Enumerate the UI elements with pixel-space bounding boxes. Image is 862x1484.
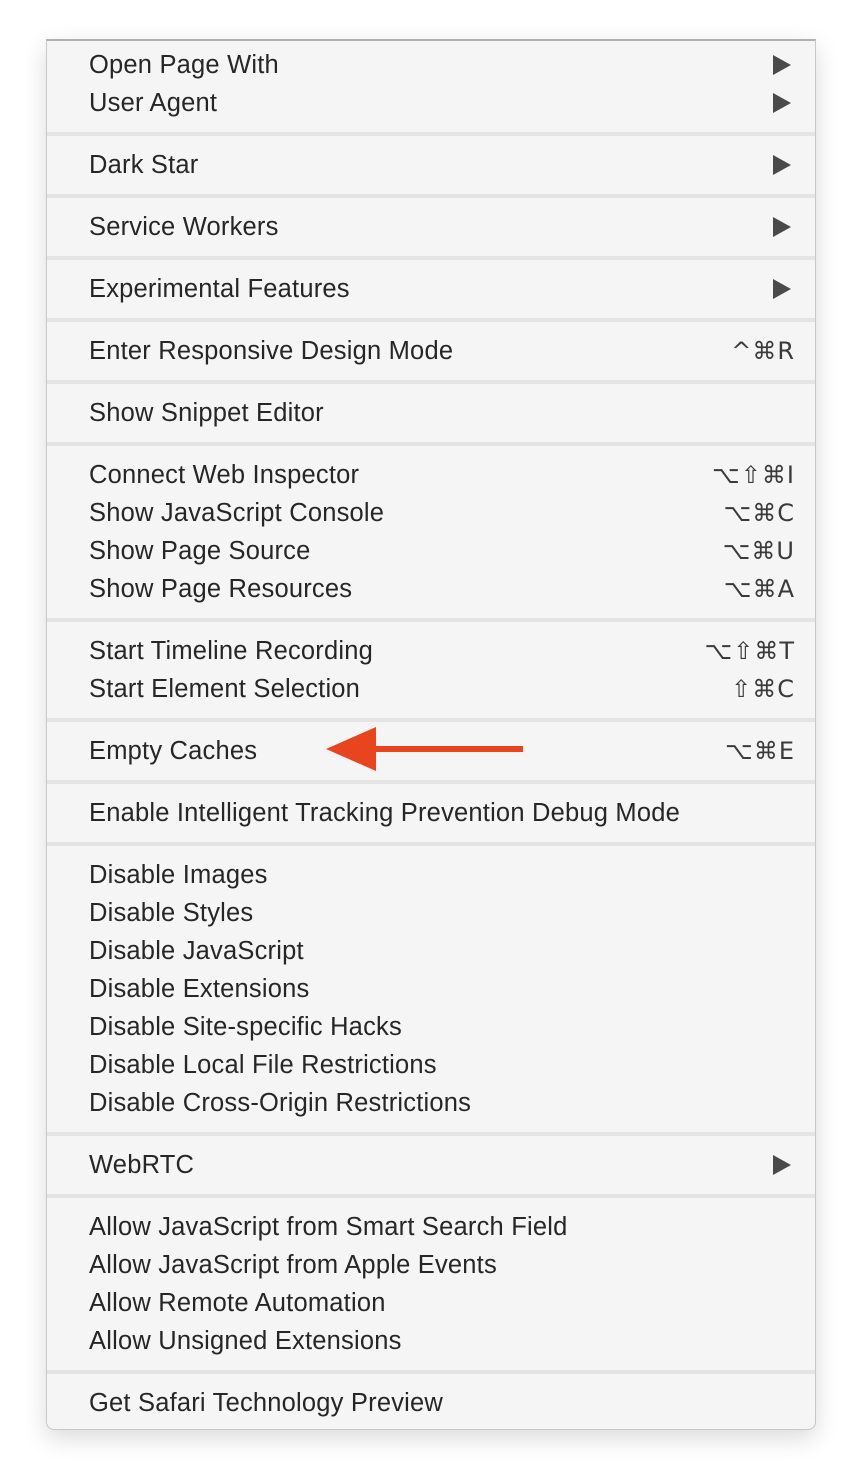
menu-separator bbox=[47, 432, 815, 456]
menu-item-allow-unsigned-extensions[interactable]: Allow Unsigned Extensions bbox=[47, 1322, 815, 1360]
shortcut-label: ⌥⇧⌘T bbox=[704, 637, 795, 665]
menu-item-disable-cross-origin-restrictions[interactable]: Disable Cross-Origin Restrictions bbox=[47, 1084, 815, 1122]
menu-item-show-snippet-editor[interactable]: Show Snippet Editor bbox=[47, 394, 815, 432]
menu-separator bbox=[47, 832, 815, 856]
menu-item-service-workers[interactable]: Service Workers bbox=[47, 208, 815, 246]
shortcut-label: ⇧⌘C bbox=[731, 675, 795, 703]
menu-item-label: Show Page Source bbox=[89, 536, 311, 565]
menu-item-allow-javascript-from-apple-events[interactable]: Allow JavaScript from Apple Events bbox=[47, 1246, 815, 1284]
shortcut-label: ⌥⇧⌘I bbox=[712, 461, 795, 489]
menu-separator bbox=[47, 370, 815, 394]
menu-item-label: Service Workers bbox=[89, 212, 279, 241]
menu-item-label: Enter Responsive Design Mode bbox=[89, 336, 454, 365]
menu-item-label: Start Timeline Recording bbox=[89, 636, 374, 665]
menu-item-show-page-resources[interactable]: Show Page Resources ⌥⌘A bbox=[47, 570, 815, 608]
menu-item-label: Allow Remote Automation bbox=[89, 1288, 386, 1317]
menu-item-label: Show Page Resources bbox=[89, 574, 353, 603]
red-arrow-icon bbox=[326, 727, 523, 771]
menu-item-label: Open Page With bbox=[89, 50, 279, 79]
shortcut-label: ^⌘R bbox=[731, 337, 795, 365]
menu-separator bbox=[47, 308, 815, 332]
menu-separator bbox=[47, 184, 815, 208]
menu-item-disable-images[interactable]: Disable Images bbox=[47, 856, 815, 894]
menu-item-disable-site-specific-hacks[interactable]: Disable Site-specific Hacks bbox=[47, 1008, 815, 1046]
menu-item-label: Connect Web Inspector bbox=[89, 460, 360, 489]
menu-item-dark-star[interactable]: Dark Star bbox=[47, 146, 815, 184]
menu-item-label: Allow Unsigned Extensions bbox=[89, 1326, 402, 1355]
menu-separator bbox=[47, 1360, 815, 1384]
menu-item-open-page-with[interactable]: Open Page With bbox=[47, 46, 815, 84]
shortcut-label: ⌥⌘C bbox=[723, 499, 795, 527]
menu-item-start-timeline-recording[interactable]: Start Timeline Recording ⌥⇧⌘T bbox=[47, 632, 815, 670]
menu-separator bbox=[47, 608, 815, 632]
menu-item-label: Get Safari Technology Preview bbox=[89, 1388, 444, 1417]
menu-item-label: Disable Cross-Origin Restrictions bbox=[89, 1088, 472, 1117]
submenu-arrow-icon bbox=[773, 155, 791, 175]
submenu-arrow-icon bbox=[773, 279, 791, 299]
submenu-arrow-icon bbox=[773, 217, 791, 237]
menu-item-label: Disable Local File Restrictions bbox=[89, 1050, 437, 1079]
menu-item-disable-extensions[interactable]: Disable Extensions bbox=[47, 970, 815, 1008]
menu-separator bbox=[47, 246, 815, 270]
menu-item-label: User Agent bbox=[89, 88, 218, 117]
menu-item-show-javascript-console[interactable]: Show JavaScript Console ⌥⌘C bbox=[47, 494, 815, 532]
menu-item-label: Experimental Features bbox=[89, 274, 350, 303]
menu-item-start-element-selection[interactable]: Start Element Selection ⇧⌘C bbox=[47, 670, 815, 708]
menu-separator bbox=[47, 122, 815, 146]
menu-item-user-agent[interactable]: User Agent bbox=[47, 84, 815, 122]
menu-item-show-page-source[interactable]: Show Page Source ⌥⌘U bbox=[47, 532, 815, 570]
menu-item-label: Enable Intelligent Tracking Prevention D… bbox=[89, 798, 680, 827]
menu-item-label: Disable Images bbox=[89, 860, 268, 889]
menu-item-label: Show JavaScript Console bbox=[89, 498, 385, 527]
submenu-arrow-icon bbox=[773, 1155, 791, 1175]
menu-item-label: Dark Star bbox=[89, 150, 199, 179]
menu-item-disable-local-file-restrictions[interactable]: Disable Local File Restrictions bbox=[47, 1046, 815, 1084]
menu-item-disable-javascript[interactable]: Disable JavaScript bbox=[47, 932, 815, 970]
menu-item-label: Disable Site-specific Hacks bbox=[89, 1012, 402, 1041]
menu-separator bbox=[47, 1184, 815, 1208]
menu-item-disable-styles[interactable]: Disable Styles bbox=[47, 894, 815, 932]
submenu-arrow-icon bbox=[773, 55, 791, 75]
menu-item-get-safari-technology-preview[interactable]: Get Safari Technology Preview bbox=[47, 1384, 815, 1422]
menu-item-allow-remote-automation[interactable]: Allow Remote Automation bbox=[47, 1284, 815, 1322]
menu-item-allow-javascript-from-smart-search-field[interactable]: Allow JavaScript from Smart Search Field bbox=[47, 1208, 815, 1246]
shortcut-label: ⌥⌘U bbox=[722, 537, 795, 565]
shortcut-label: ⌥⌘E bbox=[725, 737, 795, 765]
menu-separator bbox=[47, 1122, 815, 1146]
shortcut-label: ⌥⌘A bbox=[723, 575, 795, 603]
menu-item-enable-intelligent-tracking-prevention-debug-mode[interactable]: Enable Intelligent Tracking Prevention D… bbox=[47, 794, 815, 832]
menu-item-label: Disable Styles bbox=[89, 898, 254, 927]
menu-item-experimental-features[interactable]: Experimental Features bbox=[47, 270, 815, 308]
menu-item-label: WebRTC bbox=[89, 1150, 195, 1179]
menu-item-label: Show Snippet Editor bbox=[89, 398, 324, 427]
menu-item-webrtc[interactable]: WebRTC bbox=[47, 1146, 815, 1184]
submenu-arrow-icon bbox=[773, 93, 791, 113]
menu-item-label: Start Element Selection bbox=[89, 674, 361, 703]
menu-item-label: Disable Extensions bbox=[89, 974, 310, 1003]
menu-item-label: Allow JavaScript from Smart Search Field bbox=[89, 1212, 568, 1241]
menu-item-label: Allow JavaScript from Apple Events bbox=[89, 1250, 497, 1279]
menu-item-connect-web-inspector[interactable]: Connect Web Inspector ⌥⇧⌘I bbox=[47, 456, 815, 494]
menu-item-enter-responsive-design-mode[interactable]: Enter Responsive Design Mode ^⌘R bbox=[47, 332, 815, 370]
menu-item-label: Disable JavaScript bbox=[89, 936, 304, 965]
